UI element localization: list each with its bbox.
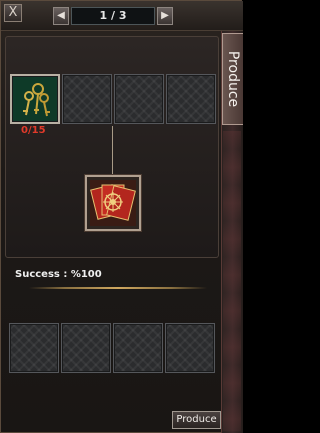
- output-slot-1[interactable]: [9, 323, 59, 373]
- recipe-connector: [112, 126, 113, 178]
- material-count: 0/15: [21, 125, 46, 136]
- output-slot-3[interactable]: [113, 323, 163, 373]
- material-slot-4[interactable]: [166, 74, 216, 124]
- result-slot[interactable]: [85, 175, 141, 231]
- production-window: X ◀ 1 / 3 ▶ Produce 0/15 Success: %100 …: [0, 0, 243, 433]
- prev-page-button[interactable]: ◀: [53, 7, 69, 25]
- divider-line: [29, 287, 207, 289]
- material-slot-2[interactable]: [62, 74, 112, 124]
- produce-button[interactable]: Produce: [172, 411, 221, 429]
- next-page-button[interactable]: ▶: [157, 7, 173, 25]
- page-navigator: ◀ 1 / 3 ▶: [53, 7, 173, 25]
- cards-icon: [90, 180, 136, 226]
- success-rate: Success : %100: [15, 269, 102, 280]
- tab-produce-label: Produce: [225, 50, 241, 108]
- material-slot-1[interactable]: [10, 74, 60, 124]
- title-bar: X ◀ 1 / 3 ▶: [1, 1, 243, 31]
- tab-produce[interactable]: Produce: [222, 33, 243, 125]
- close-button[interactable]: X: [4, 4, 22, 22]
- side-ornament: [223, 131, 241, 431]
- close-icon: X: [8, 5, 18, 20]
- arrow-right-icon: ▶: [161, 10, 169, 21]
- keys-icon: [16, 80, 56, 120]
- arrow-left-icon: ◀: [57, 10, 65, 21]
- page-indicator: 1 / 3: [71, 7, 155, 25]
- recipe-panel: 0/15: [5, 36, 219, 258]
- output-slot-2[interactable]: [61, 323, 111, 373]
- material-slot-3[interactable]: [114, 74, 164, 124]
- output-slot-4[interactable]: [165, 323, 215, 373]
